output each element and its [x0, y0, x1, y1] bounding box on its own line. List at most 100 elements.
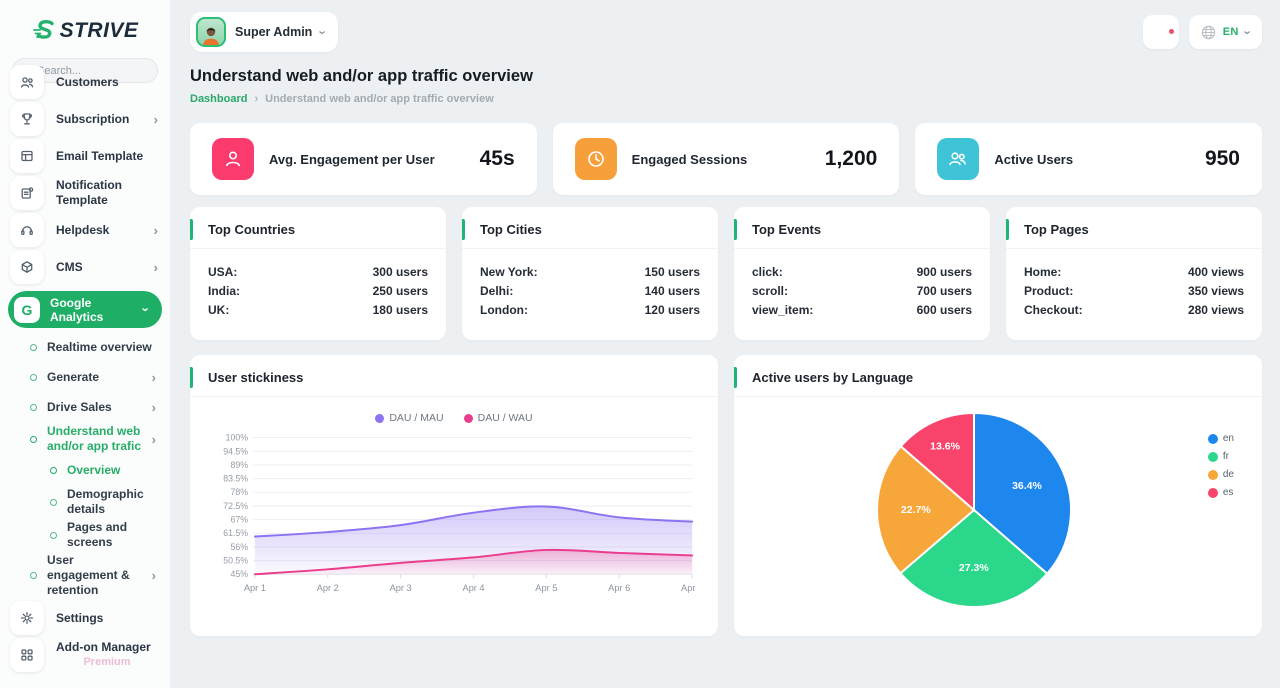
sidebar-subitem-drive-sales[interactable]: Drive Sales: [0, 394, 170, 421]
sidebar-item-helpdesk[interactable]: Helpdesk: [0, 213, 170, 247]
sidebar-subitem-generate[interactable]: Generate: [0, 364, 170, 391]
svg-text:56%: 56%: [231, 542, 249, 552]
legend-dot: [375, 413, 385, 423]
cms-icon: [10, 250, 44, 284]
row-label: Delhi:: [480, 283, 514, 298]
card-title: Top Pages: [1006, 207, 1262, 249]
sidebar-subitem-label: User engagement & retention: [47, 553, 130, 597]
legend-dot: [1207, 451, 1218, 462]
table-row: Checkout: 280 views: [1024, 300, 1244, 319]
sidebar-item-notification-template[interactable]: Notification Template: [0, 176, 170, 210]
svg-text:22.7%: 22.7%: [901, 504, 931, 516]
card-body: Home: 400 views Product: 350 views Checkout:…: [1006, 249, 1262, 319]
sidebar-item-subscription[interactable]: Subscription: [0, 102, 170, 136]
stat-card-active-users: Active Users 950: [915, 123, 1262, 195]
sidebar-item-label: Helpdesk: [56, 222, 110, 237]
sidebar-item-cms[interactable]: CMS: [0, 250, 170, 284]
addon-icon: [10, 638, 44, 672]
svg-text:36.4%: 36.4%: [1012, 480, 1042, 492]
table-row: India: 250 users: [208, 281, 428, 300]
card-body: click: 900 users scroll: 700 users view_item…: [734, 249, 990, 319]
settings-icon: [10, 601, 44, 635]
sidebar-item-google-analytics[interactable]: G Google Analytics: [8, 291, 162, 328]
card-top-pages: Top Pages Home: 400 views Product: 350 views…: [1006, 207, 1262, 340]
language-selector[interactable]: EN: [1188, 15, 1262, 49]
sidebar-subitem-understand-web-and-or-app-trafic[interactable]: Understand web and/or app trafic: [0, 424, 170, 454]
legend-item-fr: fr: [1207, 451, 1234, 462]
sidebar-subitem-label: Demographic details: [67, 487, 144, 516]
table-row: Home: 400 views: [1024, 262, 1244, 281]
stat-label: Avg. Engagement per User: [269, 151, 435, 167]
legend-label: DAU / MAU: [389, 412, 444, 424]
svg-text:50.5%: 50.5%: [223, 556, 248, 566]
legend-label: DAU / WAU: [477, 412, 533, 424]
svg-text:67%: 67%: [231, 515, 249, 525]
card-body: New York: 150 users Delhi: 140 users London:…: [462, 249, 718, 319]
chevron-right-icon: [152, 370, 156, 385]
sidebar-subitem-demographic-details[interactable]: Demographic details: [0, 487, 170, 517]
row-value: 400 views: [1187, 264, 1244, 279]
sidebar-subitem-pages-and-screens[interactable]: Pages and screens: [0, 520, 170, 550]
pie-chart-legend: en fr de es: [1207, 433, 1234, 505]
legend-item-de: de: [1207, 469, 1234, 480]
breadcrumb-dashboard-link[interactable]: Dashboard: [190, 93, 247, 105]
row-label: UK:: [208, 302, 230, 317]
sidebar-item-label: CMS: [56, 259, 83, 274]
customers-icon: [10, 65, 44, 99]
chart-title: Active users by Language: [734, 355, 1262, 397]
row-label: scroll:: [752, 283, 789, 298]
chevron-right-icon: [152, 400, 156, 415]
sidebar-subitem-label: Pages and screens: [67, 520, 128, 549]
sidebar-subitem-label: Understand web and/or app trafic: [47, 424, 142, 453]
row-label: view_item:: [752, 302, 814, 317]
stat-label: Active Users: [994, 151, 1074, 167]
svg-text:100%: 100%: [226, 433, 249, 443]
card-top-events: Top Events click: 900 users scroll: 700 user…: [734, 207, 990, 340]
charts-row: User stickiness DAU / MAU DAU / WAU 45% 50…: [190, 355, 1262, 636]
svg-text:Apr 3: Apr 3: [390, 583, 412, 593]
sidebar-subitem-realtime-overview[interactable]: Realtime overview: [0, 334, 170, 361]
chevron-right-icon: [154, 260, 158, 275]
row-label: Product:: [1024, 283, 1074, 298]
row-label: New York:: [480, 264, 538, 279]
svg-text:83.5%: 83.5%: [223, 474, 248, 484]
sidebar-item-settings[interactable]: Settings: [0, 601, 170, 635]
table-row: USA: 300 users: [208, 262, 428, 281]
logo-text: STRIVE: [59, 19, 139, 42]
subscription-icon: [10, 102, 44, 136]
bullet-icon: [30, 404, 37, 411]
svg-text:27.3%: 27.3%: [959, 562, 989, 574]
email-template-icon: [10, 139, 44, 173]
svg-text:Apr 7: Apr 7: [681, 583, 698, 593]
card-top-countries: Top Countries USA: 300 users India: 250 user…: [190, 207, 446, 340]
stat-card-avg-engagement-per-user: Avg. Engagement per User 45s: [190, 123, 537, 195]
legend-dot: [1207, 469, 1218, 480]
svg-text:13.6%: 13.6%: [930, 440, 960, 452]
sidebar-subitem-user-engagement-retention[interactable]: User engagement & retention: [0, 553, 170, 598]
legend-label: es: [1222, 487, 1234, 498]
logo-s-icon: [32, 19, 54, 39]
row-value: 120 users: [644, 302, 700, 317]
globe-icon: [1201, 25, 1215, 39]
notification-button[interactable]: [1142, 15, 1179, 49]
legend-label: fr: [1222, 451, 1229, 462]
premium-badge: Premium: [83, 656, 131, 669]
row-value: 700 users: [916, 283, 972, 298]
topbar-right: EN: [1142, 15, 1262, 49]
chevron-down-icon: [316, 30, 331, 34]
row-label: click:: [752, 264, 783, 279]
row-value: 350 views: [1187, 283, 1244, 298]
sidebar-item-email-template[interactable]: Email Template: [0, 139, 170, 173]
bullet-icon: [30, 374, 37, 381]
stat-label: Engaged Sessions: [631, 151, 748, 167]
sidebar-item-add-on-manager[interactable]: Add-on Manager Premium: [0, 638, 170, 672]
breadcrumb-current: Understand web and/or app traffic overvi…: [265, 93, 494, 105]
chevron-right-icon: [154, 112, 158, 127]
svg-text:94.5%: 94.5%: [223, 446, 248, 456]
topbar: Super Admin EN: [190, 12, 1262, 52]
card-title: Top Countries: [190, 207, 446, 249]
sidebar-subitem-overview[interactable]: Overview: [0, 457, 170, 484]
user-menu[interactable]: Super Admin: [190, 12, 338, 52]
app-root: STRIVE Customers Subscription Email Templa…: [0, 0, 1280, 688]
chart-title: User stickiness: [190, 355, 718, 397]
